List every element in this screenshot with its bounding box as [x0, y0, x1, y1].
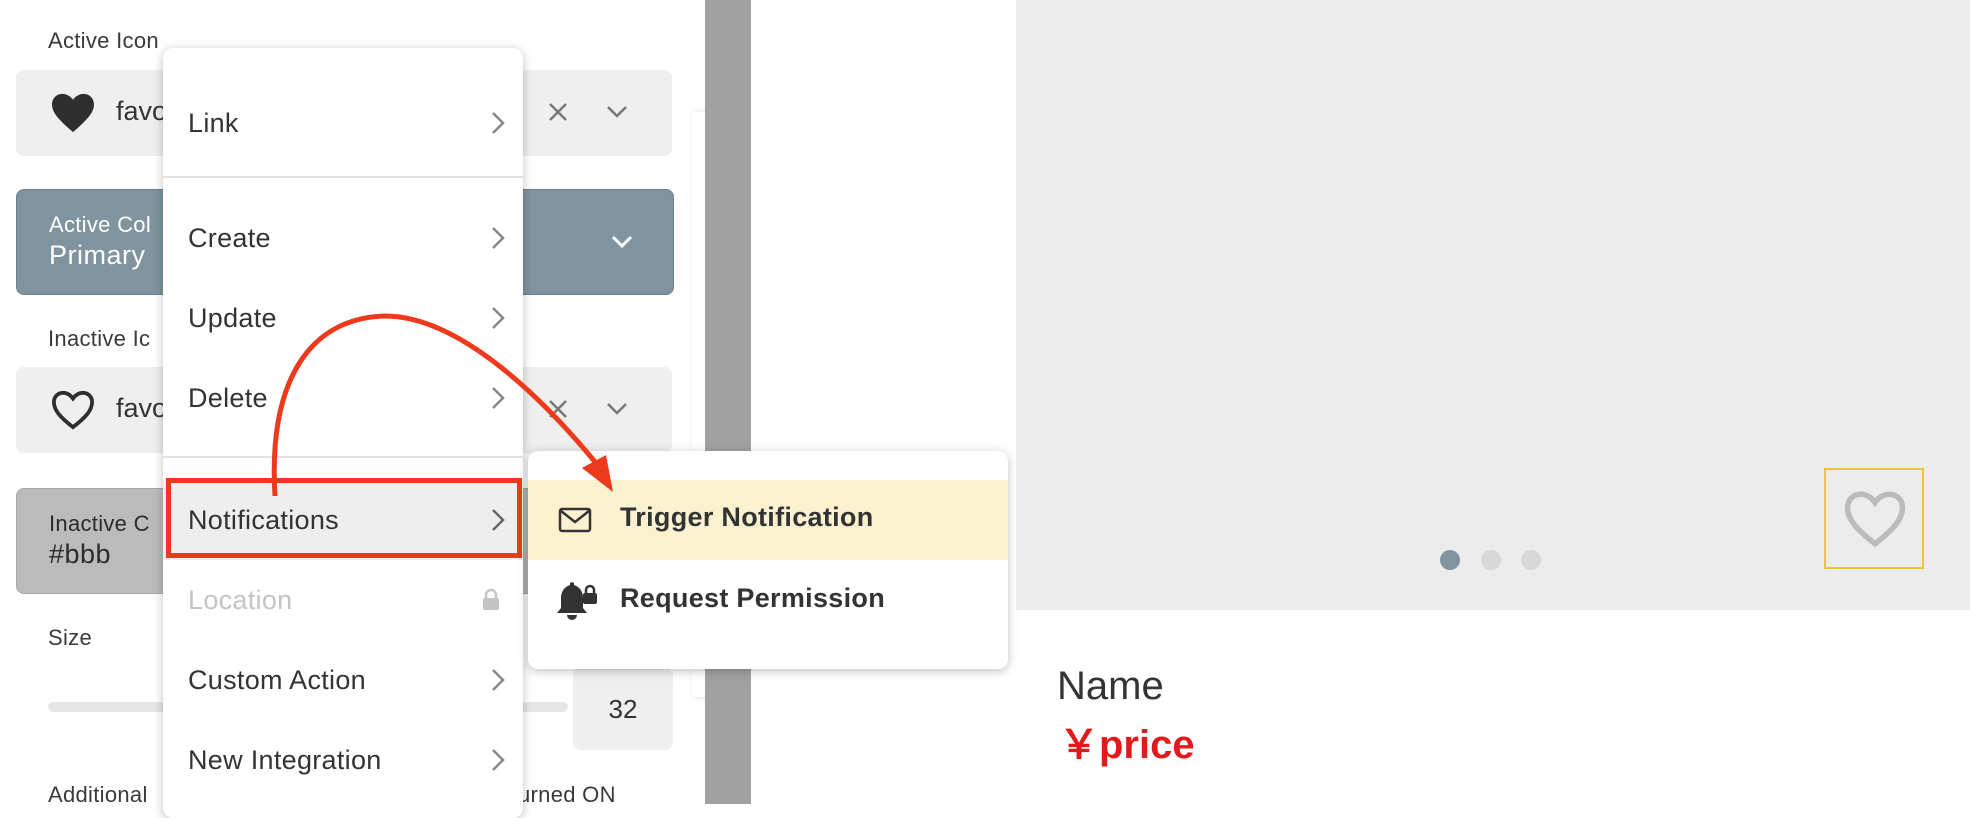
- annotation-arrow: [271, 313, 613, 497]
